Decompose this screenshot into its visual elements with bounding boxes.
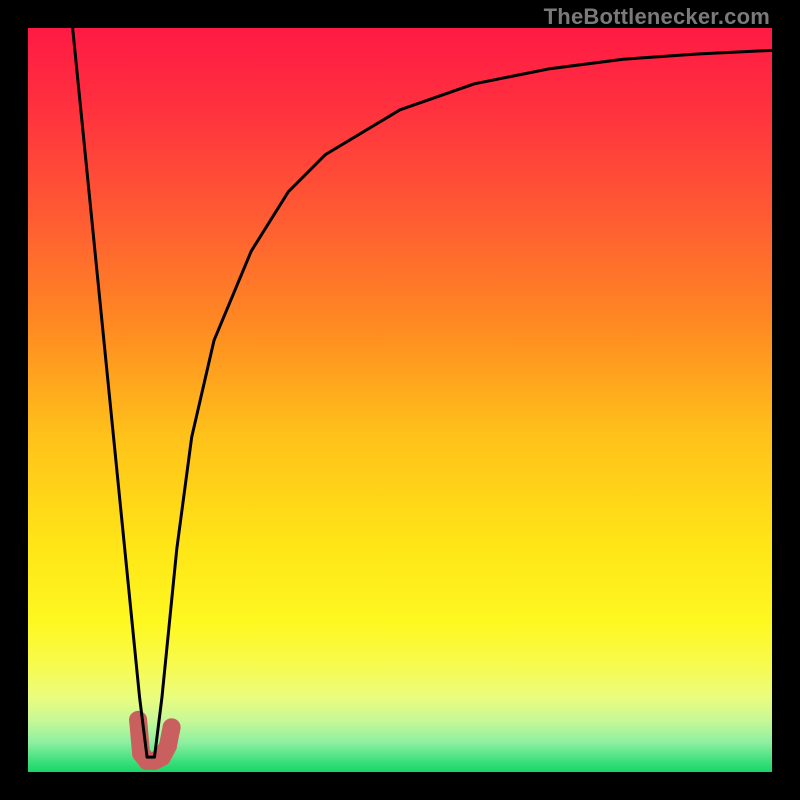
background-gradient — [28, 28, 772, 772]
chart-frame: TheBottlenecker.com — [0, 0, 800, 800]
plot-area — [28, 28, 772, 772]
watermark-label: TheBottlenecker.com — [544, 4, 770, 30]
